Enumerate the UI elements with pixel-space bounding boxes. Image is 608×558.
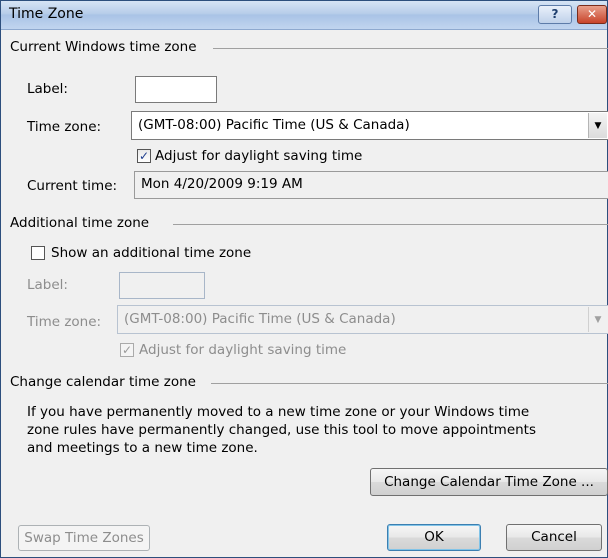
- additional-timezone-select[interactable]: (GMT-08:00) Pacific Time (US & Canada) ▼: [117, 305, 608, 334]
- title-bar[interactable]: Time Zone ? ✕: [1, 1, 607, 30]
- dst-checkbox[interactable]: ✓: [137, 149, 151, 163]
- label-field-label: Label:: [27, 81, 68, 97]
- additional-timezone-value: (GMT-08:00) Pacific Time (US & Canada): [124, 311, 396, 327]
- change-calendar-description: If you have permanently moved to a new t…: [27, 404, 537, 456]
- current-time-label: Current time:: [27, 178, 118, 194]
- section-divider: [173, 224, 608, 225]
- additional-dst-label[interactable]: Adjust for daylight saving time: [139, 342, 346, 358]
- section-heading: Additional time zone: [10, 215, 154, 231]
- section-heading: Current Windows time zone: [10, 39, 201, 55]
- additional-timezone-field-label: Time zone:: [27, 314, 102, 330]
- time-zone-dialog: Time Zone ? ✕ Current Windows time zone …: [0, 0, 608, 558]
- current-timezone-section: Current Windows time zone: [1, 39, 608, 57]
- additional-timezone-section: Additional time zone: [1, 215, 608, 233]
- ok-button[interactable]: OK: [387, 524, 481, 551]
- show-additional-label[interactable]: Show an additional time zone: [51, 245, 251, 261]
- additional-label-input[interactable]: [119, 272, 205, 299]
- timezone-selected-value: (GMT-08:00) Pacific Time (US & Canada): [138, 117, 410, 133]
- section-divider: [211, 383, 608, 384]
- timezone-select[interactable]: (GMT-08:00) Pacific Time (US & Canada) ▼: [131, 111, 608, 140]
- dst-checkbox-label[interactable]: Adjust for daylight saving time: [155, 148, 362, 164]
- chevron-down-icon[interactable]: ▼: [588, 307, 607, 332]
- show-additional-checkbox[interactable]: [31, 246, 45, 260]
- cancel-button[interactable]: Cancel: [506, 524, 602, 551]
- chevron-down-icon[interactable]: ▼: [588, 113, 607, 138]
- change-calendar-timezone-button[interactable]: Change Calendar Time Zone ...: [370, 468, 608, 496]
- section-heading: Change calendar time zone: [10, 374, 200, 390]
- swap-time-zones-button[interactable]: Swap Time Zones: [18, 525, 150, 551]
- change-calendar-section: Change calendar time zone: [1, 374, 608, 392]
- section-divider: [213, 48, 608, 49]
- help-button[interactable]: ?: [538, 5, 572, 24]
- timezone-field-label: Time zone:: [27, 119, 102, 135]
- additional-label-field-label: Label:: [27, 277, 68, 293]
- dialog-title: Time Zone: [9, 6, 84, 22]
- close-button[interactable]: ✕: [577, 5, 607, 24]
- additional-dst-checkbox[interactable]: ✓: [120, 343, 134, 357]
- label-input[interactable]: [135, 76, 217, 103]
- current-time-display: Mon 4/20/2009 9:19 AM: [134, 171, 608, 199]
